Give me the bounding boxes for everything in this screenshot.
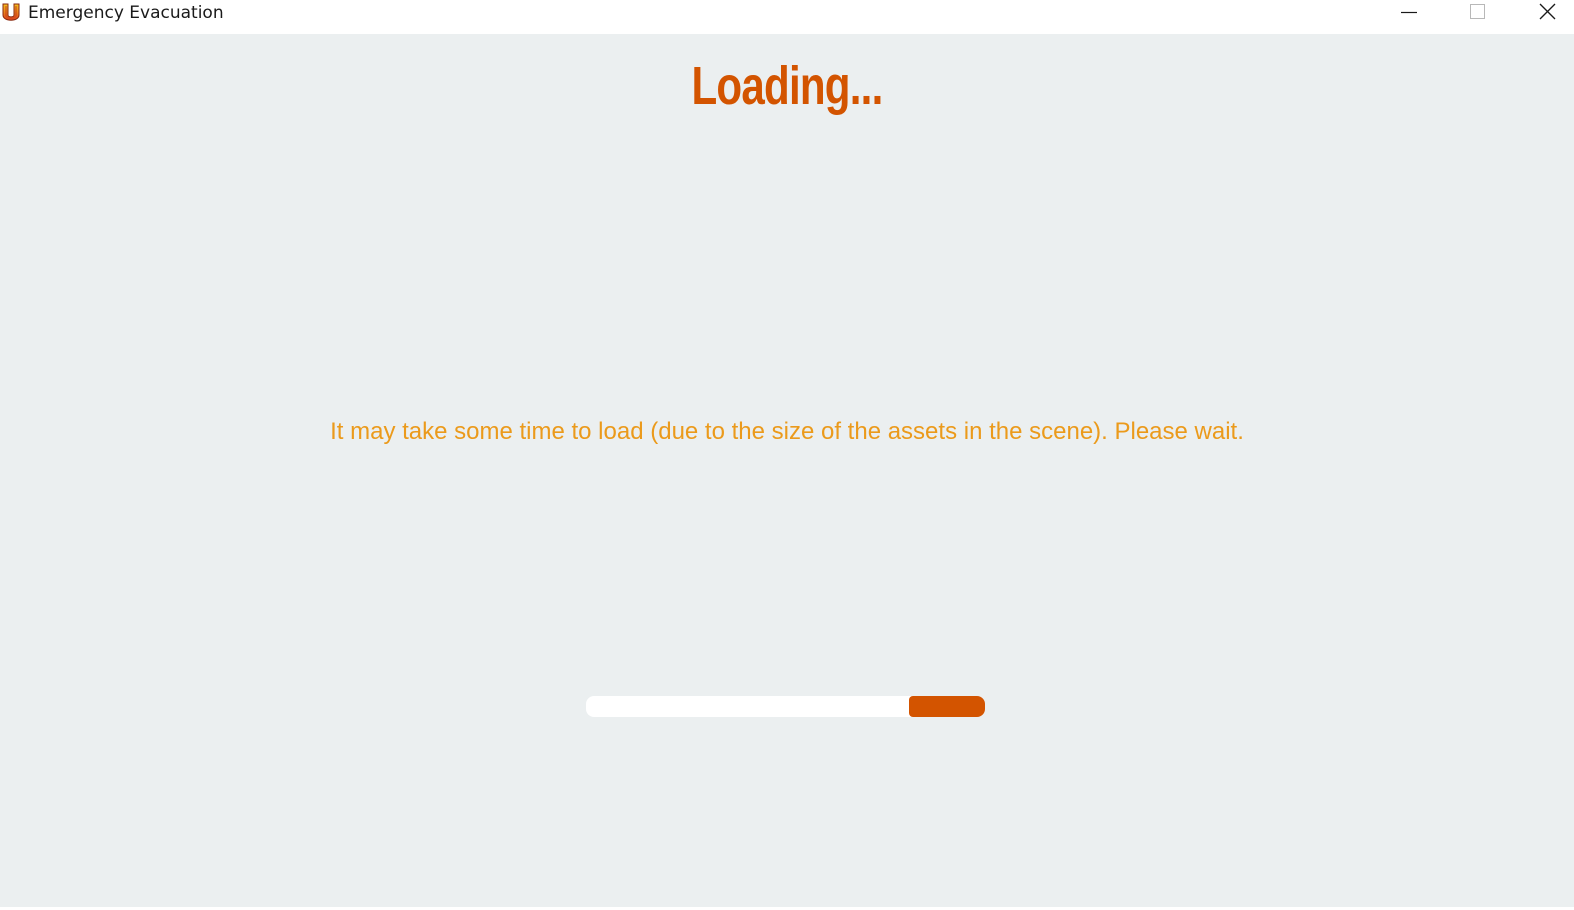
progress-bar xyxy=(586,696,985,717)
maximize-button[interactable] xyxy=(1444,0,1510,28)
loading-message: It may take some time to load (due to th… xyxy=(330,418,1244,445)
unity-app-icon xyxy=(2,3,20,23)
maximize-icon xyxy=(1470,4,1485,19)
loading-title: Loading... xyxy=(691,56,883,116)
close-icon xyxy=(1539,3,1556,20)
window-title: Emergency Evacuation xyxy=(28,3,224,23)
loading-screen: Loading... It may take some time to load… xyxy=(0,34,1574,907)
title-bar[interactable]: Emergency Evacuation xyxy=(0,0,1574,34)
progress-bar-fill xyxy=(909,696,985,717)
app-window: Emergency Evacuation Loading... It may t… xyxy=(0,0,1574,910)
close-button[interactable] xyxy=(1514,0,1574,28)
minimize-icon xyxy=(1401,11,1417,14)
minimize-button[interactable] xyxy=(1376,0,1442,28)
